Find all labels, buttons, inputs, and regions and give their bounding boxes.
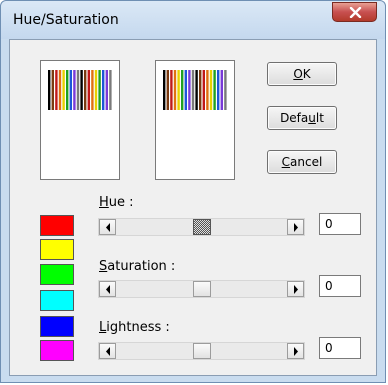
saturation-right-arrow[interactable] bbox=[287, 281, 304, 297]
ok-label-post: K bbox=[302, 67, 311, 81]
preview-strip bbox=[202, 70, 205, 110]
preview-strip bbox=[84, 70, 87, 110]
preview-strip bbox=[163, 70, 166, 110]
arrow-left-icon bbox=[106, 347, 110, 356]
lightness-right-arrow[interactable] bbox=[287, 343, 304, 359]
preview-strip bbox=[87, 70, 90, 110]
default-label-accel: u bbox=[308, 111, 316, 125]
arrow-left-icon bbox=[106, 223, 110, 232]
preview-strip bbox=[62, 70, 65, 110]
swatch-magenta[interactable] bbox=[40, 340, 74, 361]
preview-strip bbox=[199, 70, 202, 110]
close-icon bbox=[349, 7, 362, 18]
dialog-client-area: OK Default Cancel Hue : 0 Saturation : 0… bbox=[9, 39, 377, 376]
arrow-right-icon bbox=[294, 285, 298, 294]
hue-label-accel: H bbox=[99, 195, 109, 210]
original-preview bbox=[40, 60, 120, 180]
saturation-slider-thumb[interactable] bbox=[192, 281, 211, 297]
preview-strip bbox=[76, 70, 80, 110]
preview-strip bbox=[191, 70, 195, 110]
saturation-slider[interactable] bbox=[98, 280, 305, 298]
saturation-label-rest: aturation : bbox=[107, 259, 176, 274]
preview-strip bbox=[195, 70, 198, 110]
preview-strip bbox=[66, 70, 69, 110]
cancel-button[interactable]: Cancel bbox=[267, 150, 337, 174]
dialog-title: Hue/Saturation bbox=[13, 12, 119, 28]
preview-strip bbox=[48, 70, 51, 110]
hue-saturation-dialog: Hue/Saturation OK Default Cancel Hue : 0… bbox=[0, 0, 386, 383]
preview-strip bbox=[224, 70, 227, 110]
hue-label-rest: ue : bbox=[108, 195, 134, 210]
swatch-yellow[interactable] bbox=[40, 239, 74, 260]
lightness-slider[interactable] bbox=[98, 342, 305, 360]
preview-strip bbox=[184, 70, 187, 110]
preview-strip bbox=[51, 70, 54, 110]
preview-strip bbox=[188, 70, 191, 110]
swatch-green[interactable] bbox=[40, 264, 74, 285]
preview-strip bbox=[94, 70, 98, 110]
preview-strip bbox=[80, 70, 83, 110]
hue-label: Hue : bbox=[99, 195, 134, 210]
saturation-label: Saturation : bbox=[99, 259, 175, 274]
preview-strip bbox=[58, 70, 62, 110]
preview-strip bbox=[213, 70, 216, 110]
preview-strip bbox=[105, 70, 108, 110]
title-bar[interactable]: Hue/Saturation bbox=[1, 1, 385, 39]
swatch-blue[interactable] bbox=[40, 316, 74, 337]
preview-strip bbox=[206, 70, 209, 110]
ok-button[interactable]: OK bbox=[267, 62, 337, 86]
adjusted-preview bbox=[155, 60, 235, 180]
preview-strip bbox=[181, 70, 184, 110]
preview-strip bbox=[209, 70, 213, 110]
preview-strip bbox=[102, 70, 105, 110]
saturation-value-input[interactable]: 0 bbox=[319, 275, 361, 297]
preview-strip bbox=[91, 70, 94, 110]
hue-left-arrow[interactable] bbox=[99, 219, 116, 235]
lightness-slider-thumb[interactable] bbox=[192, 343, 211, 359]
preview-strip bbox=[177, 70, 180, 110]
original-preview-image bbox=[48, 70, 112, 110]
preview-strip bbox=[166, 70, 169, 110]
lightness-value-input[interactable]: 0 bbox=[319, 337, 361, 359]
swatch-red[interactable] bbox=[40, 215, 74, 236]
preview-strip bbox=[98, 70, 101, 110]
hue-slider[interactable] bbox=[98, 218, 305, 236]
preview-strip bbox=[55, 70, 58, 110]
preview-strip bbox=[109, 70, 112, 110]
preview-strip bbox=[73, 70, 76, 110]
hue-slider-thumb[interactable] bbox=[192, 219, 211, 235]
lightness-label-rest: ightness : bbox=[106, 320, 170, 335]
preview-strip bbox=[170, 70, 173, 110]
default-label-pre: Defa bbox=[280, 111, 309, 125]
arrow-right-icon bbox=[294, 223, 298, 232]
default-label-post: lt bbox=[315, 111, 324, 125]
arrow-left-icon bbox=[106, 285, 110, 294]
hue-right-arrow[interactable] bbox=[287, 219, 304, 235]
close-button[interactable] bbox=[332, 2, 377, 22]
saturation-left-arrow[interactable] bbox=[99, 281, 116, 297]
preview-strip bbox=[173, 70, 177, 110]
arrow-right-icon bbox=[294, 347, 298, 356]
cancel-label-accel: C bbox=[281, 155, 291, 169]
preview-strip bbox=[69, 70, 72, 110]
lightness-label: Lightness : bbox=[99, 320, 170, 335]
preview-strip bbox=[220, 70, 223, 110]
preview-strip bbox=[217, 70, 220, 110]
adjusted-preview-image bbox=[163, 70, 227, 110]
cancel-label-post: ancel bbox=[290, 155, 323, 169]
hue-value-input[interactable]: 0 bbox=[319, 213, 361, 235]
lightness-left-arrow[interactable] bbox=[99, 343, 116, 359]
ok-label-accel: O bbox=[293, 67, 303, 81]
swatch-cyan[interactable] bbox=[40, 290, 74, 311]
default-button[interactable]: Default bbox=[267, 106, 337, 130]
